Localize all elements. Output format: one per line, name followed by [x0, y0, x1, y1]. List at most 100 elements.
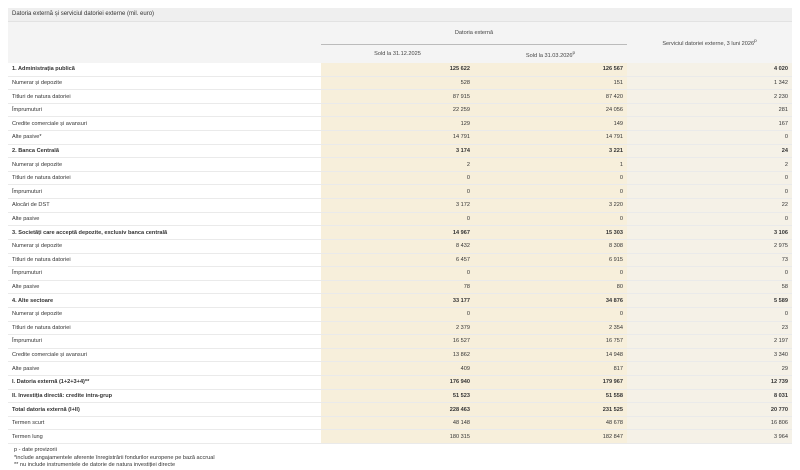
balance-2026-cell: 817: [474, 361, 627, 377]
balance-2025-cell: 48 148: [321, 416, 474, 431]
table-row: Împrumuturi 0 0 0: [8, 184, 792, 200]
row-label: 4. Alte sectoare: [8, 293, 321, 308]
balance-2025-cell: 3 174: [321, 144, 474, 159]
balance-2026-cell: 87 420: [474, 89, 627, 104]
table-row: Termen lung 180 315 182 847 3 964: [8, 429, 792, 445]
balance-2026-cell: 0: [474, 184, 627, 200]
debt-service-cell: 1 342: [627, 76, 792, 91]
balance-2026-cell: 14 791: [474, 130, 627, 145]
debt-service-cell: 0: [627, 212, 792, 227]
header-empty-cell: [8, 22, 321, 63]
header-balance-2026-label: Sold la 31.03.2026: [525, 52, 573, 59]
balance-2025-cell: 125 622: [321, 63, 474, 77]
table-row: Împrumuturi 22 259 24 056 281: [8, 103, 792, 118]
debt-service-cell: 73: [627, 253, 792, 268]
balance-2026-cell: 1: [474, 157, 627, 172]
row-label: Numerar și depozite: [8, 239, 321, 254]
debt-table-container: Datoria externă și serviciul datoriei ex…: [8, 8, 792, 470]
balance-2025-cell: 14 967: [321, 225, 474, 240]
footnotes: p - date provizorii *include angajamente…: [8, 447, 792, 470]
table-row: Titluri de natura datoriei 0 0 0: [8, 171, 792, 186]
header-external-debt: Datoria externă: [321, 22, 627, 45]
header-balance-2026-sup: p: [572, 49, 576, 55]
footnote-provisional: p - date provizorii: [14, 447, 57, 454]
balance-2025-cell: 0: [321, 171, 474, 186]
row-label: Titluri de natura datoriei: [8, 253, 321, 268]
table-row: Alte pasive 409 817 29: [8, 361, 792, 377]
balance-2026-cell: 0: [474, 307, 627, 322]
balance-2025-cell: 409: [321, 361, 474, 377]
table-body: 1. Administrația publică 125 622 126 567 4 …: [8, 63, 792, 445]
debt-service-cell: 2 197: [627, 334, 792, 349]
balance-2025-cell: 22 259: [321, 103, 474, 118]
debt-service-cell: 12 739: [627, 375, 792, 390]
balance-2026-cell: 8 308: [474, 239, 627, 254]
row-label: Împrumuturi: [8, 266, 321, 281]
debt-service-cell: 0: [627, 130, 792, 145]
balance-2026-cell: 0: [474, 266, 627, 281]
row-label: Titluri de natura datoriei: [8, 171, 321, 186]
row-label: Alte pasive*: [8, 130, 321, 145]
row-label: Numerar și depozite: [8, 157, 321, 172]
debt-service-cell: 23: [627, 321, 792, 336]
balance-2026-cell: 48 678: [474, 416, 627, 431]
table-row: 4. Alte sectoare 33 177 34 876 5 589: [8, 293, 792, 308]
balance-2025-cell: 228 463: [321, 402, 474, 417]
footnote-fdi: ** nu include instrumentele de datorie d…: [14, 462, 176, 469]
debt-service-cell: 2: [627, 157, 792, 172]
balance-2026-cell: 80: [474, 280, 627, 295]
table-row: Împrumuturi 0 0 0: [8, 266, 792, 281]
table-row: I. Datoria externă (1+2+3+4)** 176 940 179…: [8, 375, 792, 390]
row-label: Împrumuturi: [8, 103, 321, 118]
table-row: Titluri de natura datoriei 2 379 2 354 23: [8, 321, 792, 336]
debt-service-cell: 4 020: [627, 63, 792, 77]
table-row: Termen scurt 48 148 48 678 16 806: [8, 416, 792, 431]
debt-service-cell: 8 031: [627, 389, 792, 404]
row-label: Termen lung: [8, 429, 321, 445]
row-label: Credite comerciale și avansuri: [8, 116, 321, 132]
debt-service-cell: 20 770: [627, 402, 792, 417]
balance-2026-cell: 231 525: [474, 402, 627, 417]
balance-2025-cell: 0: [321, 212, 474, 227]
table-row: Numerar și depozite 2 1 2: [8, 157, 792, 172]
table-row: Credite comerciale și avansuri 129 149 167: [8, 116, 792, 132]
debt-service-cell: 167: [627, 116, 792, 132]
table-title: Datoria externă și serviciul datoriei ex…: [8, 8, 792, 22]
balance-2025-cell: 2: [321, 157, 474, 172]
row-label: Credite comerciale și avansuri: [8, 348, 321, 363]
balance-2026-cell: 24 056: [474, 103, 627, 118]
balance-2025-cell: 33 177: [321, 293, 474, 308]
balance-2025-cell: 0: [321, 307, 474, 322]
row-label: Titluri de natura datoriei: [8, 321, 321, 336]
table-row: II. Investiția directă: credite intra-gr…: [8, 389, 792, 404]
debt-service-cell: 0: [627, 171, 792, 186]
row-label: Titluri de natura datoriei: [8, 89, 321, 104]
table-row: 3. Societăți care acceptă depozite, excl…: [8, 225, 792, 240]
row-label: Numerar și depozite: [8, 76, 321, 91]
table-row: Alte pasive 0 0 0: [8, 212, 792, 227]
external-debt-table: Datoria externă Serviciul datoriei exter…: [8, 22, 792, 445]
balance-2026-cell: 126 567: [474, 63, 627, 77]
balance-2026-cell: 0: [474, 171, 627, 186]
balance-2025-cell: 13 862: [321, 348, 474, 363]
row-label: Alocări de DST: [8, 198, 321, 213]
row-label: Total datoria externă (I+II): [8, 402, 321, 417]
row-label: Alte pasive: [8, 212, 321, 227]
debt-service-cell: 281: [627, 103, 792, 118]
balance-2025-cell: 528: [321, 76, 474, 91]
table-row: Alocări de DST 3 172 3 220 22: [8, 198, 792, 213]
header-balance-2026: Sold la 31.03.2026p: [474, 44, 627, 63]
table-row: Numerar și depozite 8 432 8 308 2 975: [8, 239, 792, 254]
header-debt-service-sup: p: [754, 38, 757, 44]
debt-service-cell: 3 106: [627, 225, 792, 240]
debt-service-cell: 3 964: [627, 429, 792, 445]
balance-2026-cell: 3 220: [474, 198, 627, 213]
debt-service-cell: 58: [627, 280, 792, 295]
row-label: Numerar și depozite: [8, 307, 321, 322]
table-row: Numerar și depozite 528 151 1 342: [8, 76, 792, 91]
balance-2026-cell: 14 948: [474, 348, 627, 363]
table-row: Titluri de natura datoriei 87 915 87 420 2 …: [8, 89, 792, 104]
table-row: Împrumuturi 16 527 16 757 2 197: [8, 334, 792, 349]
row-label: Termen scurt: [8, 416, 321, 431]
table-row: Alte pasive 78 80 58: [8, 280, 792, 295]
